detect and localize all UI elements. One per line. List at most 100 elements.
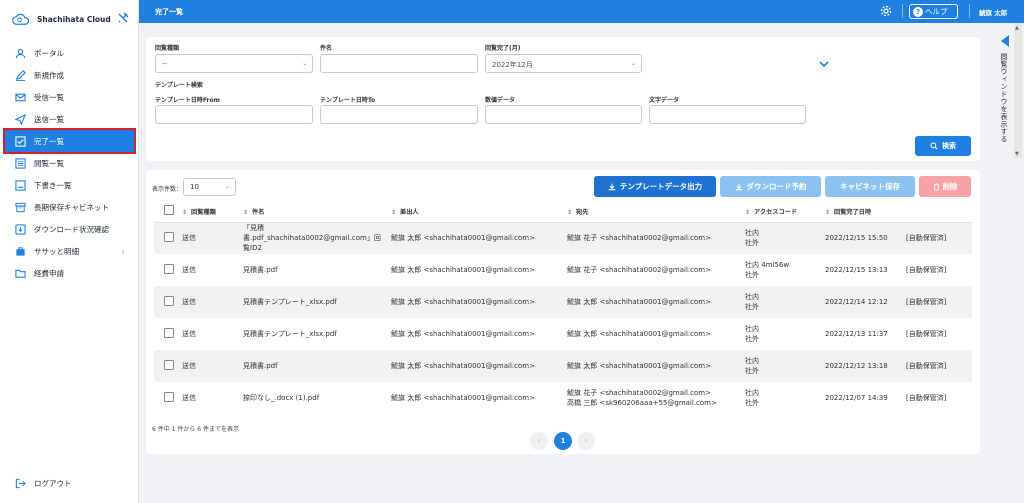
column-header[interactable]: ⇕ アクセスコード: [745, 201, 825, 223]
column-header: [906, 201, 972, 223]
sidebar-item-download-status[interactable]: ダウンロード状況確認: [0, 218, 139, 240]
page-size-value: 10: [190, 183, 199, 191]
sidebar-item-inbox[interactable]: 受信一覧: [0, 86, 139, 108]
sidebar-item-portal[interactable]: ポータル: [0, 42, 139, 64]
template-section-label: テンプレート検索: [155, 82, 203, 89]
cell-recipient: 鯱旗 花子 <shachihata0002@gmail.com>: [567, 254, 745, 286]
sort-icon: ⇕: [825, 208, 831, 216]
download-reserve-button[interactable]: ダウンロード予約: [720, 176, 821, 197]
pen-icon: [15, 69, 26, 81]
help-button[interactable]: ? ヘルプ: [909, 4, 958, 19]
cell-recipient: 鯱旗 太郎 <shachihata0001@gmail.com>: [567, 350, 745, 382]
download-icon: [735, 183, 742, 190]
sidebar-item-sent[interactable]: 送信一覧: [0, 108, 139, 130]
column-header-label: 差出人: [400, 208, 419, 216]
cloud-logo-icon: [12, 13, 30, 25]
table-row[interactable]: 送信 「見積書.pdf_shachihata0002@gmail.com」回覧ID…: [154, 222, 972, 254]
logout-button[interactable]: ログアウト: [15, 478, 72, 489]
subject-input[interactable]: [320, 54, 478, 73]
text-data-label: 文字データ: [649, 97, 680, 104]
scrollbar[interactable]: ▲ ▼: [1014, 23, 1022, 158]
completed-month-select[interactable]: 2022年12月 ⌄: [485, 54, 642, 73]
sidebar-item-expense[interactable]: 経費申請: [0, 262, 139, 284]
expand-chevron-icon[interactable]: [818, 59, 830, 69]
sidebar-item-cabinet[interactable]: 長期保存キャビネット: [0, 196, 139, 218]
column-header[interactable]: ⇕ 件名: [243, 201, 391, 223]
search-button[interactable]: 検索: [915, 136, 971, 156]
column-header-label: 件名: [252, 208, 265, 216]
checkbox: [154, 318, 182, 350]
person-icon: [15, 48, 26, 59]
logout-icon: [15, 478, 26, 489]
pagination-next-button[interactable]: ›: [577, 432, 595, 450]
check-box-icon: [15, 135, 26, 147]
sidebar-item-label: 長期保存キャビネット: [34, 202, 109, 212]
row-checkbox[interactable]: [164, 231, 174, 242]
cell-subject: 「見積書.pdf_shachihata0002@gmail.com」回覧ID2: [243, 222, 391, 254]
sidebar-item-completed[interactable]: 完了一覧: [3, 128, 136, 154]
date-to-input[interactable]: [320, 105, 478, 124]
sidebar-item-sasatto[interactable]: ササッと明細 ›: [0, 240, 139, 262]
completed-month-value: 2022年12月: [492, 61, 533, 69]
sidebar-item-label: 完了一覧: [34, 136, 64, 146]
cell-type: 送信: [182, 318, 243, 350]
results-panel: 表示件数： 10 ⌄ テンプレートデータ出力 ダウンロード予約 キャビネット保存 …: [146, 170, 980, 454]
cabinet-save-button[interactable]: キャビネット保存: [825, 176, 915, 197]
row-checkbox[interactable]: [164, 359, 174, 370]
circ-type-select[interactable]: -- ⌄: [155, 54, 313, 73]
pagination-prev-button[interactable]: ‹: [530, 432, 548, 450]
column-header-label: アクセスコード: [754, 208, 798, 216]
number-data-input[interactable]: [485, 105, 642, 124]
row-checkbox[interactable]: [164, 391, 174, 402]
table-row[interactable]: 送信 見積書テンプレート_xlsx.pdf 鯱旗 太郎 <shachihata000…: [154, 318, 972, 350]
column-header[interactable]: ⇕ 宛先: [567, 201, 745, 223]
cell-subject: 捺印なし_.docx (1).pdf: [243, 382, 391, 414]
table-row[interactable]: 送信 見積書.pdf 鯱旗 太郎 <shachihata0001@gmail.com…: [154, 350, 972, 382]
completed-month-label: 回覧完了(月): [485, 45, 521, 52]
sidebar-item-label: 新規作成: [34, 70, 64, 80]
user-name[interactable]: 鯱旗 太郎: [979, 7, 1007, 17]
chevron-down-icon: ⌄: [301, 60, 307, 67]
sidebar-item-new[interactable]: 新規作成: [0, 64, 139, 86]
sidebar-item-label: ダウンロード状況確認: [34, 224, 109, 234]
cell-status: [自動保管済]: [906, 318, 972, 350]
circ-type-value: --: [162, 60, 168, 68]
row-checkbox[interactable]: [164, 295, 174, 306]
sidebar-item-drafts[interactable]: 下書き一覧: [0, 174, 139, 196]
pagination-page-button[interactable]: 1: [554, 432, 572, 450]
table-row[interactable]: 送信 見積書.pdf 鯱旗 太郎 <shachihata0001@gmail.com…: [154, 254, 972, 286]
cell-type: 送信: [182, 222, 243, 254]
download-icon: [15, 223, 26, 235]
download-icon: [608, 183, 616, 190]
cell-subject: 見積書テンプレート_xlsx.pdf: [243, 286, 391, 318]
template-export-button[interactable]: テンプレートデータ出力: [594, 176, 716, 197]
select-all-checkbox[interactable]: [164, 205, 174, 216]
gear-icon[interactable]: [880, 5, 892, 17]
checkbox: [154, 222, 182, 254]
delete-button[interactable]: 削除: [919, 176, 971, 197]
pin-icon[interactable]: [117, 12, 129, 24]
brand[interactable]: Shachihata Cloud: [0, 0, 138, 38]
date-to-label: テンプレート日時To: [320, 97, 376, 104]
page-size-select[interactable]: 10 ⌄: [183, 178, 236, 196]
cell-status: [自動保管済]: [906, 382, 972, 414]
sidebar-nav: ポータル 新規作成 受信一覧 送信一覧 完了一覧 閲覧一覧 下書き一覧 長期保存…: [0, 42, 139, 284]
date-from-input[interactable]: [155, 105, 313, 124]
text-data-input[interactable]: [649, 105, 806, 124]
archive-icon: [15, 202, 26, 213]
column-header[interactable]: ⇕ 回覧種類: [182, 201, 243, 223]
cell-subject: 見積書.pdf: [243, 350, 391, 382]
cell-completed-date: 2022/12/12 13:18: [825, 350, 906, 382]
row-checkbox[interactable]: [164, 263, 174, 274]
table-row[interactable]: 送信 捺印なし_.docx (1).pdf 鯱旗 太郎 <shachihata000…: [154, 382, 972, 414]
sidebar-item-label: 受信一覧: [34, 92, 64, 102]
column-header[interactable]: ⇕ 差出人: [391, 201, 567, 223]
row-checkbox[interactable]: [164, 327, 174, 338]
help-label: ヘルプ: [925, 7, 948, 16]
preview-window-label: 閲覧ウィンドウを表示する: [1000, 53, 1008, 143]
column-header[interactable]: ⇕ 回覧完了日時: [825, 201, 906, 223]
number-data-label: 数値データ: [485, 97, 516, 104]
cell-completed-date: 2022/12/14 12:12: [825, 286, 906, 318]
table-row[interactable]: 送信 見積書テンプレート_xlsx.pdf 鯱旗 太郎 <shachihata000…: [154, 286, 972, 318]
sidebar-item-viewed[interactable]: 閲覧一覧: [0, 152, 139, 174]
